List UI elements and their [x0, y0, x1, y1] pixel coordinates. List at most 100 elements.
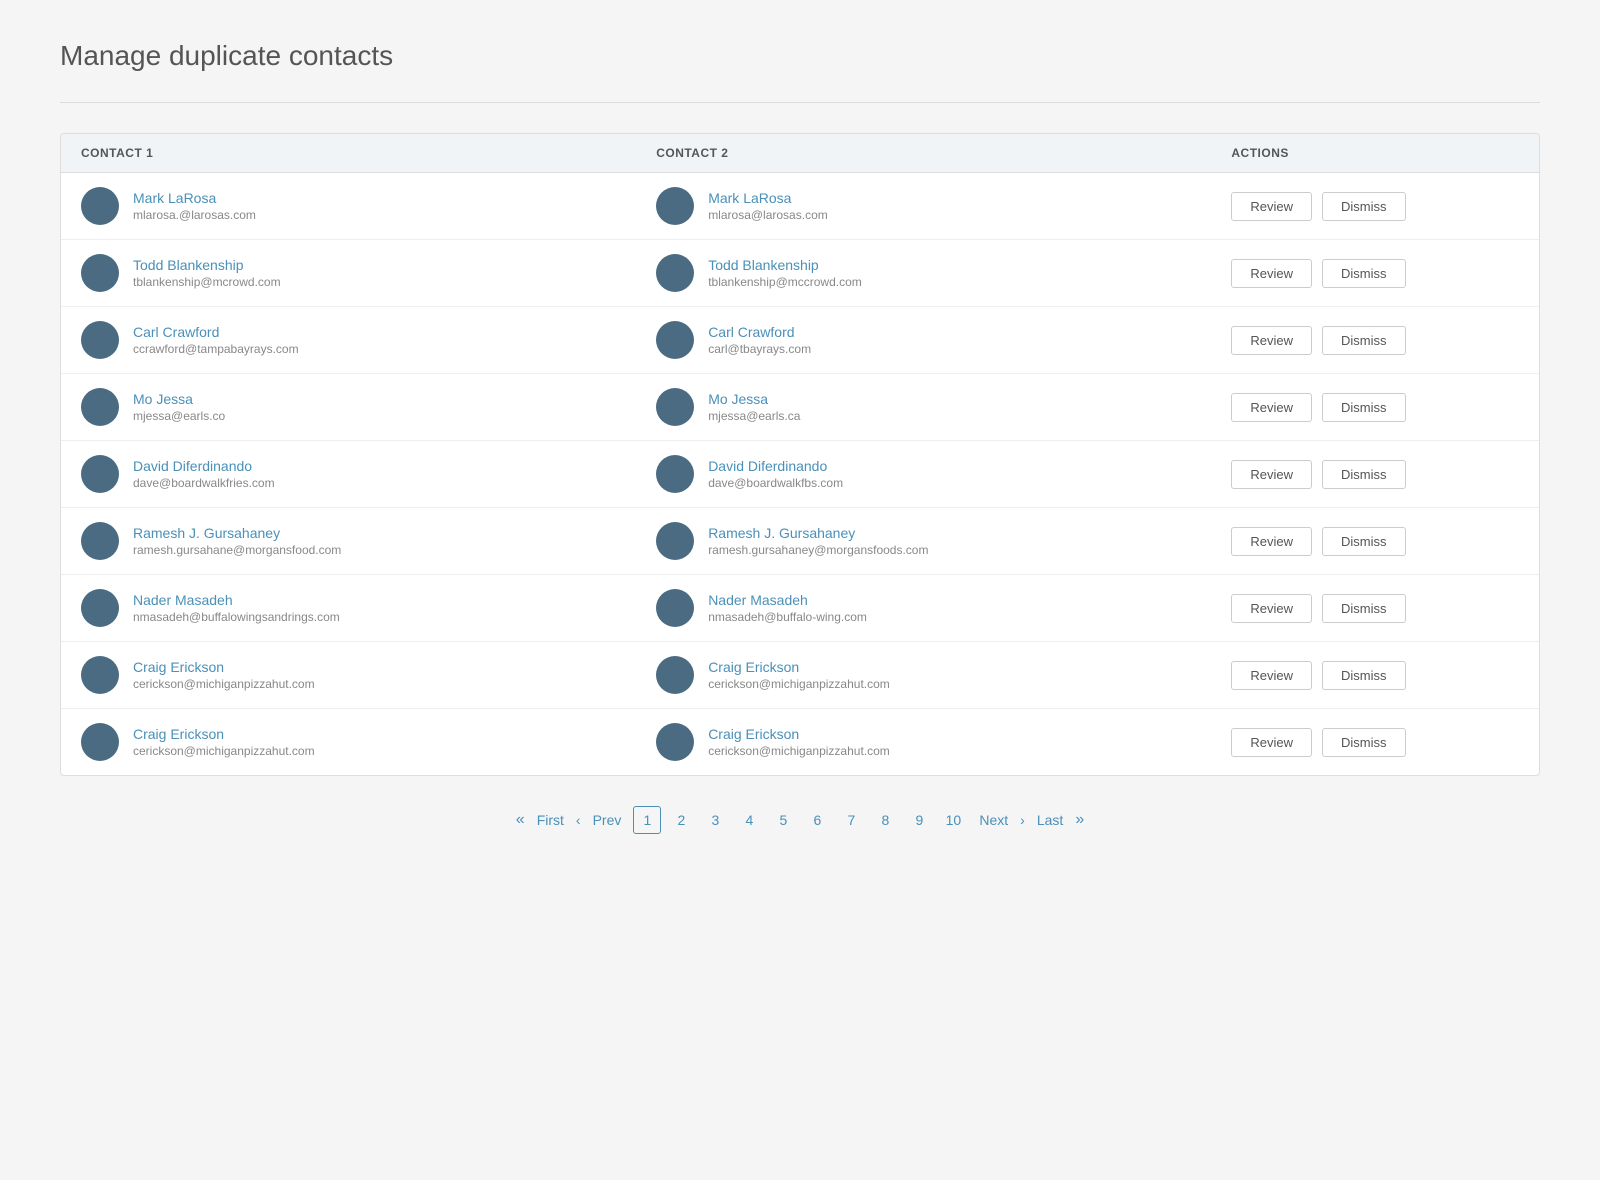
contact2-email: mlarosa@larosas.com	[708, 208, 828, 222]
last-double-chevron-icon: »	[1075, 811, 1084, 829]
page-number-7[interactable]: 7	[837, 806, 865, 834]
contact1-info: Craig Erickson cerickson@michiganpizzahu…	[133, 726, 315, 758]
contact1-info: Craig Erickson cerickson@michiganpizzahu…	[133, 659, 315, 691]
page-number-6[interactable]: 6	[803, 806, 831, 834]
contact2-name: Craig Erickson	[708, 726, 890, 742]
contact1-name: Ramesh J. Gursahaney	[133, 525, 341, 541]
contact1-info: Todd Blankenship tblankenship@mcrowd.com	[133, 257, 281, 289]
page-number-10[interactable]: 10	[939, 806, 967, 834]
dismiss-button[interactable]: Dismiss	[1322, 259, 1406, 288]
contact2-email: nmasadeh@buffalo-wing.com	[708, 610, 867, 624]
contact1-cell: Mark LaRosa mlarosa.@larosas.com	[81, 187, 656, 225]
review-button[interactable]: Review	[1231, 460, 1312, 489]
page-number-8[interactable]: 8	[871, 806, 899, 834]
dismiss-button[interactable]: Dismiss	[1322, 527, 1406, 556]
contact1-email: cerickson@michiganpizzahut.com	[133, 744, 315, 758]
review-button[interactable]: Review	[1231, 728, 1312, 757]
prev-button[interactable]: Prev	[587, 808, 628, 832]
review-button[interactable]: Review	[1231, 594, 1312, 623]
contact1-email: mlarosa.@larosas.com	[133, 208, 256, 222]
contact1-email: nmasadeh@buffalowingsandrings.com	[133, 610, 340, 624]
contact1-email: mjessa@earls.co	[133, 409, 225, 423]
dismiss-button[interactable]: Dismiss	[1322, 393, 1406, 422]
page-number-5[interactable]: 5	[769, 806, 797, 834]
avatar	[81, 522, 119, 560]
actions-cell: Review Dismiss	[1231, 326, 1519, 355]
next-chevron-icon: ›	[1020, 812, 1025, 828]
page-number-4[interactable]: 4	[735, 806, 763, 834]
avatar	[81, 455, 119, 493]
contact2-name: David Diferdinando	[708, 458, 843, 474]
contact2-info: Craig Erickson cerickson@michiganpizzahu…	[708, 659, 890, 691]
next-button[interactable]: Next	[973, 808, 1014, 832]
contact1-info: Nader Masadeh nmasadeh@buffalowingsandri…	[133, 592, 340, 624]
review-button[interactable]: Review	[1231, 326, 1312, 355]
dismiss-button[interactable]: Dismiss	[1322, 661, 1406, 690]
contact2-cell: Nader Masadeh nmasadeh@buffalo-wing.com	[656, 589, 1231, 627]
page-number-9[interactable]: 9	[905, 806, 933, 834]
table-row: Mo Jessa mjessa@earls.co Mo Jessa mjessa…	[61, 374, 1539, 441]
contact2-cell: Carl Crawford carl@tbayrays.com	[656, 321, 1231, 359]
contact2-name: Mark LaRosa	[708, 190, 828, 206]
avatar	[81, 589, 119, 627]
review-button[interactable]: Review	[1231, 259, 1312, 288]
table-row: Todd Blankenship tblankenship@mcrowd.com…	[61, 240, 1539, 307]
page-title: Manage duplicate contacts	[60, 40, 1540, 72]
contact1-info: Carl Crawford ccrawford@tampabayrays.com	[133, 324, 299, 356]
avatar	[656, 589, 694, 627]
contact1-email: cerickson@michiganpizzahut.com	[133, 677, 315, 691]
review-button[interactable]: Review	[1231, 393, 1312, 422]
contact1-email: dave@boardwalkfries.com	[133, 476, 275, 490]
dismiss-button[interactable]: Dismiss	[1322, 594, 1406, 623]
contact1-info: Mark LaRosa mlarosa.@larosas.com	[133, 190, 256, 222]
contact2-email: cerickson@michiganpizzahut.com	[708, 677, 890, 691]
first-button[interactable]: First	[531, 808, 570, 832]
avatar	[656, 656, 694, 694]
contact2-cell: David Diferdinando dave@boardwalkfbs.com	[656, 455, 1231, 493]
dismiss-button[interactable]: Dismiss	[1322, 192, 1406, 221]
page-numbers: 12345678910	[633, 806, 967, 834]
contact2-cell: Craig Erickson cerickson@michiganpizzahu…	[656, 656, 1231, 694]
last-button[interactable]: Last	[1031, 808, 1069, 832]
review-button[interactable]: Review	[1231, 527, 1312, 556]
contact2-name: Mo Jessa	[708, 391, 800, 407]
actions-cell: Review Dismiss	[1231, 192, 1519, 221]
contact2-email: tblankenship@mccrowd.com	[708, 275, 862, 289]
contact1-info: Mo Jessa mjessa@earls.co	[133, 391, 225, 423]
review-button[interactable]: Review	[1231, 661, 1312, 690]
contact1-cell: Carl Crawford ccrawford@tampabayrays.com	[81, 321, 656, 359]
contact2-name: Craig Erickson	[708, 659, 890, 675]
contact2-cell: Mark LaRosa mlarosa@larosas.com	[656, 187, 1231, 225]
contact1-name: Todd Blankenship	[133, 257, 281, 273]
review-button[interactable]: Review	[1231, 192, 1312, 221]
page-number-1[interactable]: 1	[633, 806, 661, 834]
actions-cell: Review Dismiss	[1231, 661, 1519, 690]
contact1-cell: Craig Erickson cerickson@michiganpizzahu…	[81, 723, 656, 761]
contact2-name: Ramesh J. Gursahaney	[708, 525, 928, 541]
avatar	[656, 388, 694, 426]
contact1-name: Mo Jessa	[133, 391, 225, 407]
avatar	[656, 187, 694, 225]
avatar	[81, 254, 119, 292]
page-number-3[interactable]: 3	[701, 806, 729, 834]
contact2-name: Nader Masadeh	[708, 592, 867, 608]
contact2-info: David Diferdinando dave@boardwalkfbs.com	[708, 458, 843, 490]
contact2-info: Craig Erickson cerickson@michiganpizzahu…	[708, 726, 890, 758]
header-contact2: CONTACT 2	[656, 146, 1231, 160]
dismiss-button[interactable]: Dismiss	[1322, 728, 1406, 757]
header-actions: ACTIONS	[1231, 146, 1519, 160]
contact2-cell: Ramesh J. Gursahaney ramesh.gursahaney@m…	[656, 522, 1231, 560]
table-row: Craig Erickson cerickson@michiganpizzahu…	[61, 642, 1539, 709]
contact2-email: mjessa@earls.ca	[708, 409, 800, 423]
table-body: Mark LaRosa mlarosa.@larosas.com Mark La…	[61, 173, 1539, 775]
contact1-email: ccrawford@tampabayrays.com	[133, 342, 299, 356]
contact2-info: Ramesh J. Gursahaney ramesh.gursahaney@m…	[708, 525, 928, 557]
actions-cell: Review Dismiss	[1231, 259, 1519, 288]
dismiss-button[interactable]: Dismiss	[1322, 326, 1406, 355]
dismiss-button[interactable]: Dismiss	[1322, 460, 1406, 489]
actions-cell: Review Dismiss	[1231, 527, 1519, 556]
avatar	[656, 321, 694, 359]
page-number-2[interactable]: 2	[667, 806, 695, 834]
contact1-name: Mark LaRosa	[133, 190, 256, 206]
contact2-cell: Mo Jessa mjessa@earls.ca	[656, 388, 1231, 426]
